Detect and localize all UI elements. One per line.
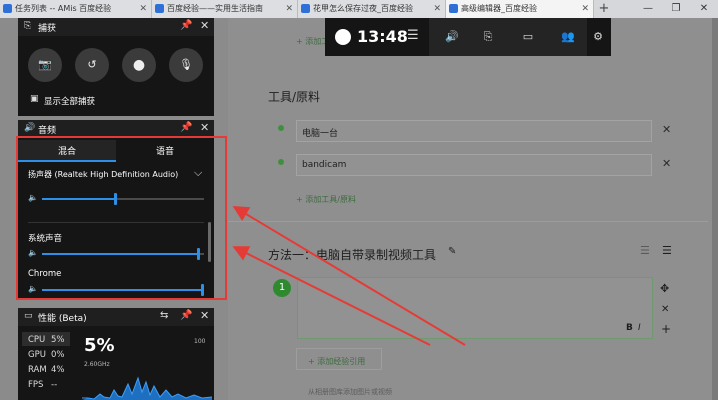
annotation-arrows — [232, 205, 466, 346]
annotation-arrow — [232, 205, 466, 346]
annotation-arrow — [232, 246, 431, 346]
